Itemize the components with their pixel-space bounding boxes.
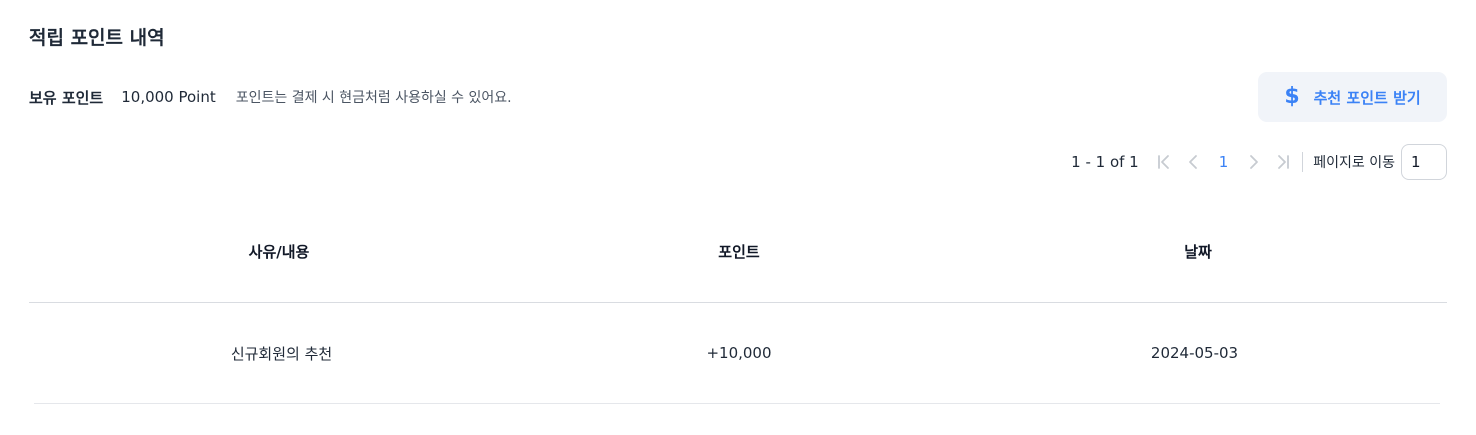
row-points: +10,000	[706, 344, 772, 362]
next-page-icon[interactable]	[1244, 153, 1262, 171]
goto-page-label: 페이지로 이동	[1313, 155, 1395, 171]
table-header: 사유/내용 포인트 날짜	[29, 200, 1447, 303]
get-referral-points-label: 추천 포인트 받기	[1313, 88, 1421, 107]
get-referral-points-button[interactable]: $ 추천 포인트 받기	[1258, 72, 1447, 122]
row-reason: 신규회원의 추천	[230, 344, 333, 363]
first-page-icon[interactable]	[1155, 153, 1173, 171]
last-page-icon[interactable]	[1274, 153, 1292, 171]
points-balance-value: 10,000 Point	[121, 88, 216, 106]
points-history-table: 사유/내용 포인트 날짜 신규회원의 추천 +10,000 2024-05-03	[29, 200, 1447, 404]
points-usage-note: 포인트는 결제 시 현금처럼 사용하실 수 있어요.	[235, 90, 512, 106]
goto-page-input[interactable]	[1401, 144, 1447, 180]
page-title: 적립 포인트 내역	[29, 27, 165, 49]
row-date: 2024-05-03	[1150, 344, 1239, 362]
pagination-range: 1 - 1 of 1	[1071, 153, 1139, 171]
current-page-number[interactable]: 1	[1219, 153, 1229, 171]
previous-page-icon[interactable]	[1185, 153, 1203, 171]
points-balance-label: 보유 포인트	[29, 88, 104, 107]
dollar-icon: $	[1284, 84, 1300, 109]
column-header-date: 날짜	[1184, 242, 1212, 261]
table-row: 신규회원의 추천 +10,000 2024-05-03	[34, 303, 1440, 404]
column-header-reason: 사유/내용	[248, 242, 310, 261]
points-summary: 보유 포인트 10,000 Point 포인트는 결제 시 현금처럼 사용하실 …	[29, 86, 512, 108]
pagination: 1 - 1 of 1 1 페이지로 이동	[1071, 142, 1447, 182]
pagination-divider	[1302, 152, 1304, 172]
column-header-points: 포인트	[718, 242, 760, 261]
